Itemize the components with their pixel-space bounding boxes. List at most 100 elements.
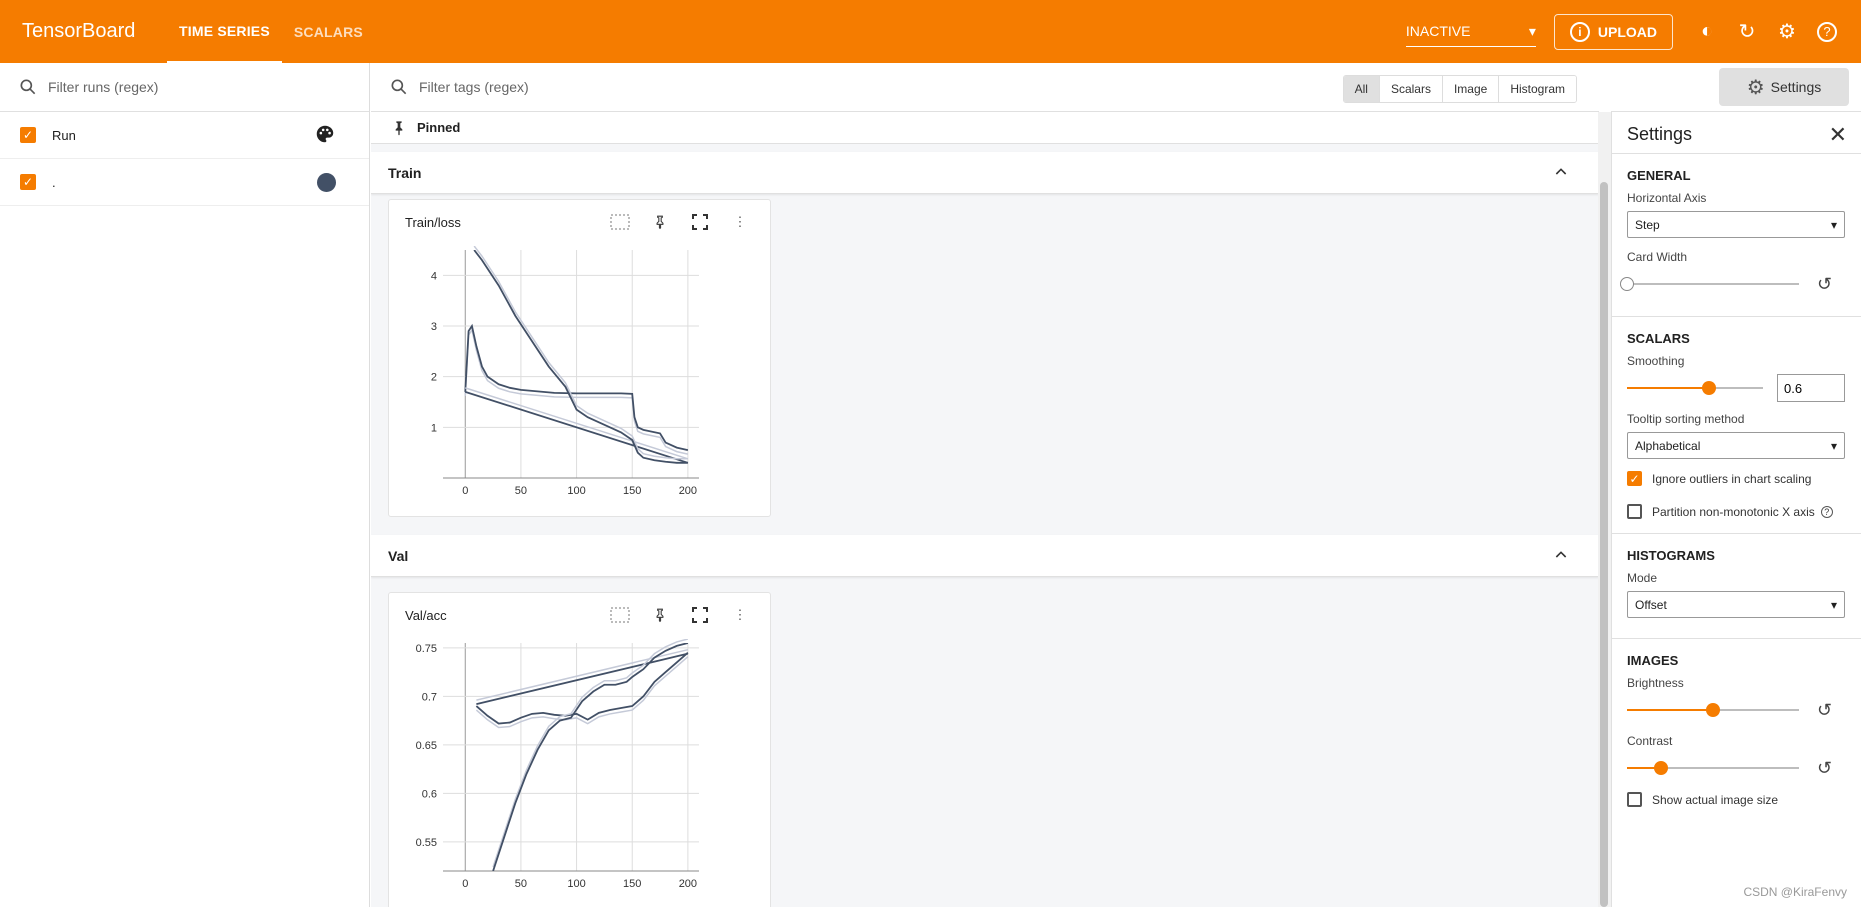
plugin-select-value: INACTIVE xyxy=(1405,23,1471,39)
caret-down-icon: ▾ xyxy=(1830,217,1837,232)
card-width-slider[interactable]: ↺ xyxy=(1620,270,1846,298)
caret-down-icon: ▾ xyxy=(1830,597,1837,612)
chevron-up-icon[interactable] xyxy=(1553,164,1569,183)
slider-knob[interactable] xyxy=(1654,761,1669,775)
top-app-bar: TensorBoard TIME SERIES SCALARS INACTIVE… xyxy=(0,0,1861,63)
run-color-swatch[interactable] xyxy=(317,172,336,192)
pin-icon[interactable] xyxy=(640,212,680,232)
refresh-icon[interactable]: ↻ xyxy=(1727,12,1767,52)
card-width-label: Card Width xyxy=(1627,250,1688,264)
upload-button[interactable]: i UPLOAD xyxy=(1553,13,1673,50)
smoothing-slider[interactable] xyxy=(1627,374,1846,402)
y-tick-label: 4 xyxy=(431,270,437,282)
reset-icon[interactable]: ↺ xyxy=(1817,700,1832,721)
app-brand: TensorBoard xyxy=(22,20,136,42)
x-tick-label: 50 xyxy=(515,485,527,497)
run-label: Run xyxy=(52,127,76,143)
x-tick-label: 50 xyxy=(515,878,527,890)
settings-title-row: Settings ✕ xyxy=(1612,112,1861,153)
settings-button-label: Settings xyxy=(1770,79,1822,95)
group-header-val[interactable]: Val xyxy=(371,535,1599,577)
pin-icon xyxy=(395,120,403,135)
runs-filter-input[interactable]: Filter runs (regex) xyxy=(48,79,158,95)
info-icon: i xyxy=(1569,21,1590,42)
more-vert-icon[interactable]: ⋮ xyxy=(720,605,760,625)
settings-toggle-button[interactable]: ⚙ Settings xyxy=(1719,68,1849,106)
tag-filter-input[interactable]: Filter tags (regex) xyxy=(419,79,529,95)
group-header-train[interactable]: Train xyxy=(371,152,1599,194)
scroll-thumb[interactable] xyxy=(1600,182,1608,907)
section-heading: IMAGES xyxy=(1627,653,1679,668)
y-tick-label: 0.75 xyxy=(416,643,437,655)
slider-knob[interactable] xyxy=(1701,381,1716,395)
runs-filter[interactable]: Filter runs (regex) xyxy=(0,63,369,112)
fit-domain-icon[interactable] xyxy=(600,605,640,625)
plugin-select[interactable]: INACTIVE ▾ xyxy=(1405,17,1536,47)
palette-icon[interactable] xyxy=(314,123,336,148)
brightness-slider[interactable]: ↺ xyxy=(1627,696,1846,724)
select-value: Offset xyxy=(1635,597,1667,612)
series-smoothed-line xyxy=(475,652,689,725)
group-title: Train xyxy=(388,164,422,181)
main-content: Filter tags (regex) All Scalars Image Hi… xyxy=(371,63,1599,907)
caret-down-icon: ▾ xyxy=(1528,22,1536,39)
smoothing-input[interactable] xyxy=(1777,374,1845,402)
y-tick-label: 0.65 xyxy=(416,740,437,752)
section-heading: HISTOGRAMS xyxy=(1627,548,1715,563)
x-tick-label: 150 xyxy=(623,485,641,497)
run-checkbox[interactable]: ✓ xyxy=(20,174,36,190)
fullscreen-icon[interactable] xyxy=(680,212,720,232)
reset-icon[interactable]: ↺ xyxy=(1817,274,1832,295)
fit-domain-icon[interactable] xyxy=(600,212,640,232)
ignore-outliers-checkbox[interactable]: ✓ xyxy=(1627,471,1642,486)
chip-image[interactable]: Image xyxy=(1441,76,1499,102)
watermark: CSDN @KiraFenvy xyxy=(1743,885,1847,899)
horizontal-axis-select[interactable]: Step ▾ xyxy=(1627,211,1845,238)
chart-card-val-acc: Val/acc ⋮ 0 50 100 150 200 0.55 0.6 0.65 0.7 0.75 xyxy=(388,592,771,907)
mode-select[interactable]: Offset ▾ xyxy=(1627,591,1845,618)
contrast-slider[interactable]: ↺ xyxy=(1627,754,1846,782)
help-icon[interactable]: ? xyxy=(1820,505,1833,518)
series-smoothed-line xyxy=(473,250,688,464)
x-tick-label: 150 xyxy=(623,878,641,890)
chip-scalars[interactable]: Scalars xyxy=(1378,76,1442,102)
main-scrollbar[interactable] xyxy=(1598,112,1611,907)
run-row[interactable]: ✓ Run xyxy=(0,112,369,159)
card-title-text: Val/acc xyxy=(405,607,447,623)
x-tick-label: 0 xyxy=(462,878,468,890)
close-icon[interactable]: ✕ xyxy=(1829,122,1847,148)
reset-icon[interactable]: ↺ xyxy=(1817,758,1832,779)
search-icon xyxy=(20,79,36,95)
ignore-outliers-row[interactable]: ✓ Ignore outliers in chart scaling xyxy=(1627,471,1846,486)
run-checkbox[interactable]: ✓ xyxy=(20,127,36,143)
slider-knob[interactable] xyxy=(1620,277,1634,291)
section-heading: SCALARS xyxy=(1627,331,1690,346)
help-icon[interactable]: ? xyxy=(1807,12,1847,52)
partition-row[interactable]: Partition non-monotonic X axis ? xyxy=(1627,504,1846,519)
pin-icon[interactable] xyxy=(640,605,680,625)
pinned-label: Pinned xyxy=(417,120,461,135)
chart-card-train-loss: Train/loss ⋮ 0 50 100 150 200 1 2 3 4 xyxy=(388,199,771,517)
tooltip-sort-select[interactable]: Alphabetical ▾ xyxy=(1627,432,1845,459)
tab-time-series[interactable]: TIME SERIES xyxy=(167,0,282,63)
slider-knob[interactable] xyxy=(1706,703,1720,717)
run-row[interactable]: ✓ . xyxy=(0,159,369,206)
chevron-up-icon[interactable] xyxy=(1553,547,1569,566)
card-title-text: Train/loss xyxy=(405,214,461,230)
chart-val-acc[interactable]: 0 50 100 150 200 0.55 0.6 0.65 0.7 0.75 xyxy=(389,637,769,907)
dark-mode-icon[interactable]: ◐ xyxy=(1687,12,1727,52)
actual-size-checkbox[interactable] xyxy=(1627,792,1642,807)
contrast-label: Contrast xyxy=(1627,734,1673,748)
chip-all[interactable]: All xyxy=(1343,76,1379,102)
actual-size-row[interactable]: Show actual image size xyxy=(1627,792,1846,807)
chart-train-loss[interactable]: 0 50 100 150 200 1 2 3 4 xyxy=(389,244,769,514)
gear-icon[interactable]: ⚙ xyxy=(1767,12,1807,52)
partition-checkbox[interactable] xyxy=(1627,504,1642,519)
tab-scalars[interactable]: SCALARS xyxy=(282,0,375,63)
x-tick-label: 100 xyxy=(567,878,585,890)
chip-histogram[interactable]: Histogram xyxy=(1498,76,1576,102)
select-value: Step xyxy=(1635,217,1660,232)
caret-down-icon: ▾ xyxy=(1830,438,1837,453)
more-vert-icon[interactable]: ⋮ xyxy=(720,212,760,232)
fullscreen-icon[interactable] xyxy=(680,605,720,625)
